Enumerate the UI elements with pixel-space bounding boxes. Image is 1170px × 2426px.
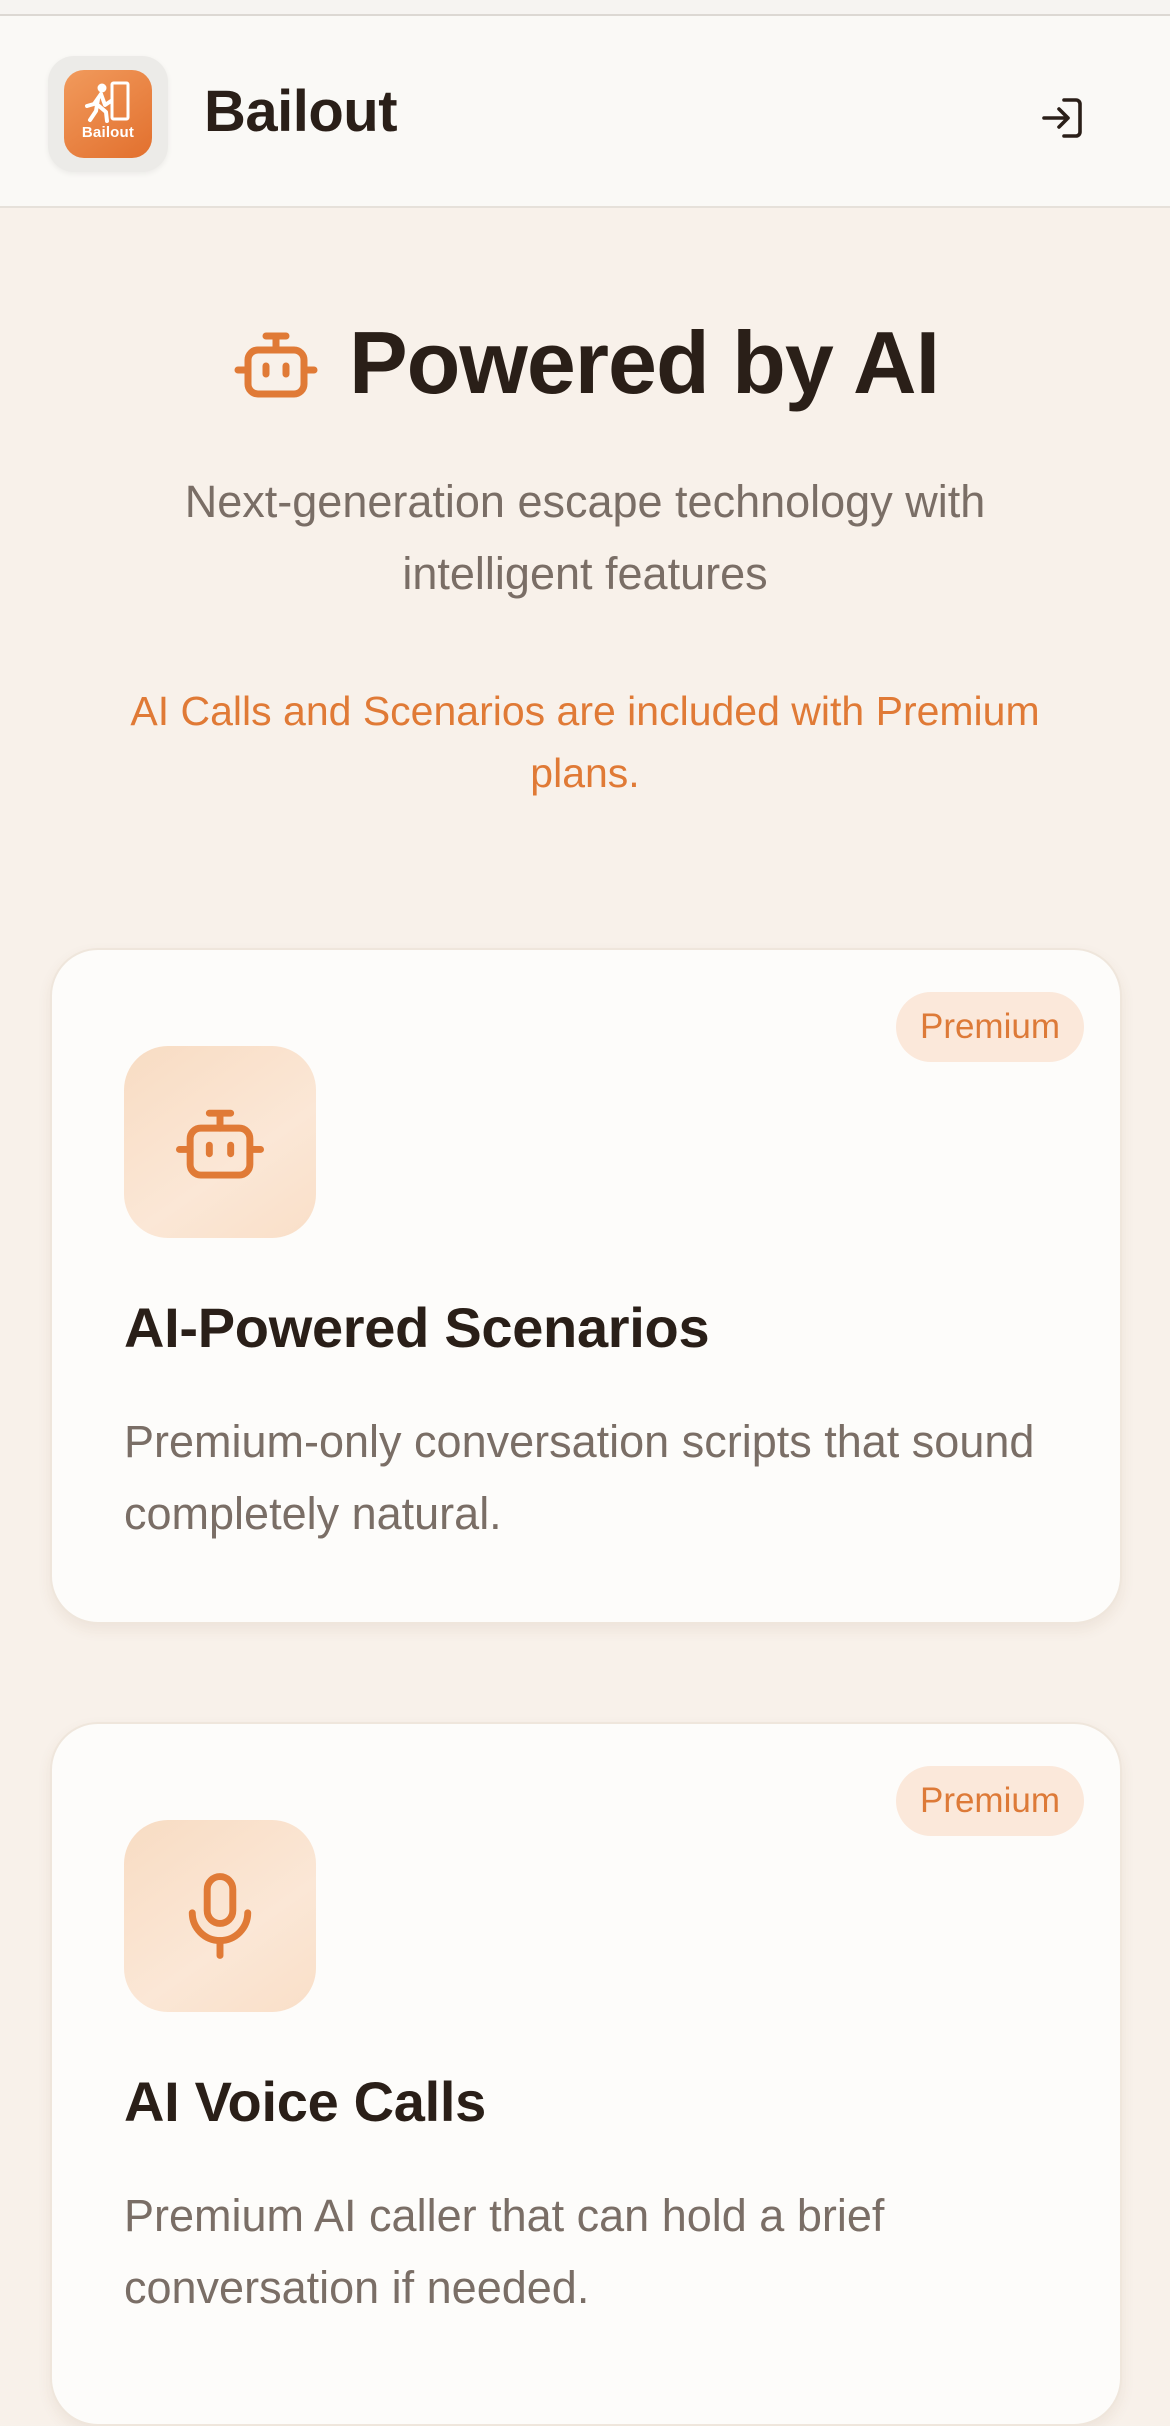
premium-badge: Premium [895,992,1084,1062]
sign-in-button[interactable] [1030,86,1094,150]
hero-heading: Powered by AI [0,308,1170,418]
logo-tile: Bailout [64,70,152,158]
app-header: Bailout Bailout [0,16,1170,208]
hero-subtitle: Next-generation escape technology with i… [184,476,986,599]
microphone-icon [188,1873,252,1959]
app-logo[interactable]: Bailout [48,56,168,172]
feature-icon-tile [124,1046,316,1238]
page-title: Powered by AI [348,313,940,412]
app-title: Bailout [204,79,398,144]
feature-card-ai-voice-calls[interactable]: Premium AI Voice Calls Premium AI caller… [50,1722,1122,2426]
premium-badge: Premium [895,1766,1084,1836]
feature-title: AI Voice Calls [124,2070,487,2133]
sign-in-icon [1042,98,1082,138]
status-bar-divider [0,0,1170,16]
robot-icon [234,332,318,398]
feature-title: AI-Powered Scenarios [124,1296,710,1359]
feature-icon-tile [124,1820,316,2012]
premium-note: AI Calls and Scenarios are included with… [130,688,1040,796]
feature-card-ai-scenarios[interactable]: Premium AI-Powered Scenarios Premium-onl… [50,948,1122,1624]
feature-description: Premium-only conversation scripts that s… [124,1416,1035,1539]
exit-door-icon [85,81,130,123]
feature-description: Premium AI caller that can hold a brief … [124,2190,885,2313]
robot-icon [176,1109,264,1179]
logo-text: Bailout [81,124,135,141]
